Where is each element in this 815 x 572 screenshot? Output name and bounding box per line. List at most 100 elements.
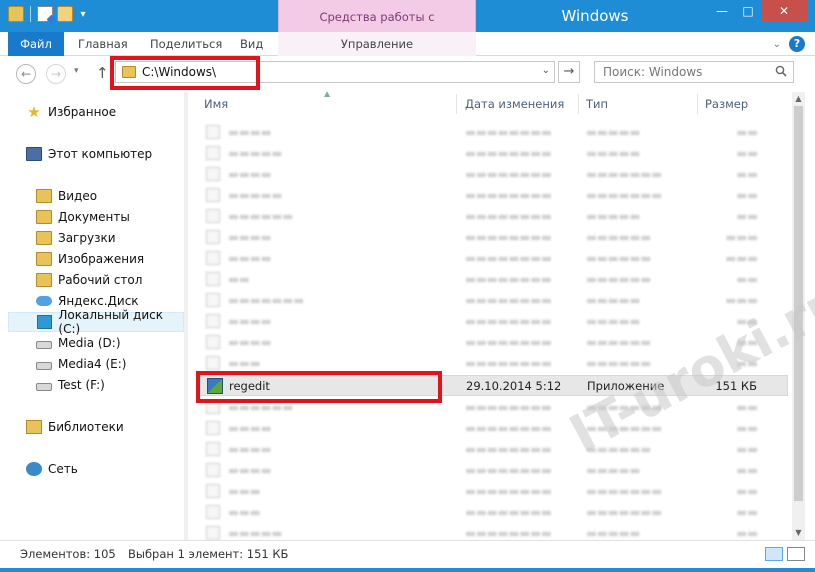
blurred-name: ▬▬▬▬ [228,335,272,349]
column-divider[interactable] [456,94,457,114]
blurred-name: ▬▬▬▬▬▬ [228,209,294,223]
folder-icon [36,231,52,245]
column-divider[interactable] [578,94,579,114]
new-folder-icon[interactable] [57,6,73,22]
up-button[interactable]: ↑ [96,64,109,82]
computer-icon [26,147,42,161]
blurred-size: ▬▬ [736,442,758,456]
drive-icon [36,361,52,370]
folder-icon [36,189,52,203]
navigation-pane-scrollbar[interactable] [184,92,188,540]
address-dropdown-icon[interactable]: ⌄ [542,65,550,76]
file-row-blurred[interactable]: ▬▬▬▬▬▬▬▬▬▬▬▬▬▬▬▬▬▬▬▬ [198,523,788,540]
file-row-blurred[interactable]: ▬▬▬▬▬▬▬▬▬▬▬▬▬▬▬▬▬▬▬▬▬ [198,248,788,269]
maximize-button[interactable]: □ [735,0,761,22]
sidebar-item-libraries[interactable]: Библиотеки [26,417,184,437]
sidebar-item-network[interactable]: Сеть [26,459,184,479]
forward-button[interactable]: → [46,64,66,84]
blurred-size: ▬▬ [736,505,758,519]
column-header-date[interactable]: Дата изменения [465,92,564,116]
file-row-blurred[interactable]: ▬▬▬▬▬▬▬▬▬▬▬▬▬▬▬▬▬▬▬▬ [198,143,788,164]
ribbon-right-controls: ⌄ ? [773,36,805,52]
blurred-name: ▬▬▬ [228,505,261,519]
drive-icon [36,382,52,391]
file-date: 29.10.2014 5:12 [466,379,562,393]
sidebar-item-video[interactable]: Видео [36,186,184,206]
file-row-blurred[interactable]: ▬▬▬▬▬▬▬▬▬▬▬▬▬▬▬▬▬▬▬▬▬ [198,206,788,227]
blurred-size: ▬▬ [736,188,758,202]
details-view-icon[interactable] [765,547,783,561]
star-icon: ★ [27,103,41,121]
blurred-size: ▬▬ [736,272,758,286]
tab-share[interactable]: Поделиться [138,32,234,56]
search-placeholder: Поиск: Windows [603,65,703,79]
go-button[interactable]: → [558,61,580,83]
column-divider[interactable] [697,94,698,114]
blurred-name: ▬▬▬▬▬ [228,146,283,160]
file-icon [206,125,220,139]
blurred-name: ▬▬▬▬ [228,251,272,265]
blurred-date: ▬▬▬▬▬▬▬▬ [465,356,552,370]
file-row-blurred[interactable]: ▬▬ ▬▬▬▬▬▬▬▬ ▬▬▬▬▬▬ ▬▬ [198,269,788,290]
search-input[interactable]: Поиск: Windows [594,61,794,83]
file-row-blurred[interactable]: ▬▬▬▬▬▬▬▬▬▬▬▬▬▬▬▬▬▬▬▬ [198,439,788,460]
expand-ribbon-icon[interactable]: ⌄ [773,39,781,50]
sidebar-item-label: Яндекс.Диск [58,294,139,308]
file-row-blurred[interactable]: ▬▬▬▬▬▬▬▬▬▬▬▬▬▬▬▬▬▬▬▬▬ [198,227,788,248]
tab-file[interactable]: Файл [8,32,64,56]
window-controls: — □ ✕ [709,0,807,22]
minimize-button[interactable]: — [709,0,735,22]
file-icon [206,356,220,370]
sidebar-item-pictures[interactable]: Изображения [36,249,184,269]
scroll-down-icon[interactable]: ▼ [792,526,805,540]
file-row-blurred[interactable]: ▬▬▬▬▬▬▬▬▬▬▬▬▬▬▬▬▬▬▬▬▬ [198,164,788,185]
file-row-blurred[interactable]: ▬▬▬▬▬ ▬▬▬▬▬▬▬▬ ▬▬▬▬▬▬▬ ▬▬ [198,185,788,206]
blurred-type: ▬▬▬▬▬▬ [586,230,652,244]
tab-manage[interactable]: Управление [278,32,476,56]
sidebar-item-desktop[interactable]: Рабочий стол [36,270,184,290]
blurred-type: ▬▬▬▬▬▬▬ [586,484,663,498]
sidebar-item-this-pc[interactable]: Этот компьютер [26,144,184,164]
selection-info: Выбран 1 элемент: 151 КБ [128,547,289,561]
column-header-name[interactable]: Имя [204,92,228,116]
sidebar-item-label: Сеть [48,462,78,476]
file-row-blurred[interactable]: ▬▬▬▬▬▬▬▬▬▬▬▬▬▬▬▬▬▬▬ [198,311,788,332]
file-row-blurred[interactable]: ▬▬▬▬▬▬▬▬▬▬▬▬▬▬▬▬▬▬▬▬▬▬▬ [198,290,788,311]
qat-dropdown-icon[interactable]: ▾ [77,9,89,20]
column-header-size[interactable]: Размер [705,92,748,116]
sidebar-item-media4-e[interactable]: Media4 (E:) [36,354,184,374]
large-icons-view-icon[interactable] [787,547,805,561]
column-header-type[interactable]: Тип [586,92,608,116]
properties-icon[interactable] [37,6,53,22]
sidebar-item-favorites[interactable]: ★ Избранное [26,102,184,122]
blurred-size: ▬▬ [736,167,758,181]
quick-access-toolbar: ▾ [8,6,89,22]
blurred-size: ▬▬ [736,463,758,477]
file-row-blurred[interactable]: ▬▬▬▬▬▬▬▬▬▬▬▬▬▬▬▬▬▬▬▬ [198,481,788,502]
recent-locations-dropdown-icon[interactable]: ▾ [74,66,79,76]
file-row-blurred[interactable]: ▬▬▬▬▬▬▬▬▬▬▬▬▬▬▬▬▬▬▬ [198,122,788,143]
close-button[interactable]: ✕ [761,0,807,22]
scroll-up-icon[interactable]: ▲ [792,92,805,106]
blurred-size: ▬▬ [736,526,758,540]
navigation-pane: ★ Избранное Этот компьютер Видео Докумен… [0,92,188,540]
sidebar-item-test-f[interactable]: Test (F:) [36,375,184,395]
tab-view[interactable]: Вид [228,32,275,56]
sidebar-item-documents[interactable]: Документы [36,207,184,227]
help-icon[interactable]: ? [789,36,805,52]
file-row-blurred[interactable]: ▬▬▬▬▬▬▬▬▬▬▬▬▬▬▬▬▬▬▬ [198,460,788,481]
sidebar-item-label: Библиотеки [48,420,124,434]
sidebar-item-local-disk-c[interactable]: Локальный диск (C:) [8,308,184,336]
back-button[interactable]: ← [16,64,36,84]
blurred-name: ▬▬▬▬▬ [228,188,283,202]
file-icon [206,505,220,519]
search-icon [775,65,787,77]
sidebar-item-downloads[interactable]: Загрузки [36,228,184,248]
folder-icon[interactable] [8,6,24,22]
file-row-blurred[interactable]: ▬▬▬▬▬▬▬▬▬▬▬▬▬▬▬▬▬▬▬▬ [198,502,788,523]
blurred-type: ▬▬▬▬▬▬▬ [586,167,663,181]
context-tab-header: Средства работы с приложениями [278,0,476,58]
tab-home[interactable]: Главная [66,32,140,56]
blurred-name: ▬▬▬ [228,356,261,370]
sidebar-item-media-d[interactable]: Media (D:) [36,333,184,353]
